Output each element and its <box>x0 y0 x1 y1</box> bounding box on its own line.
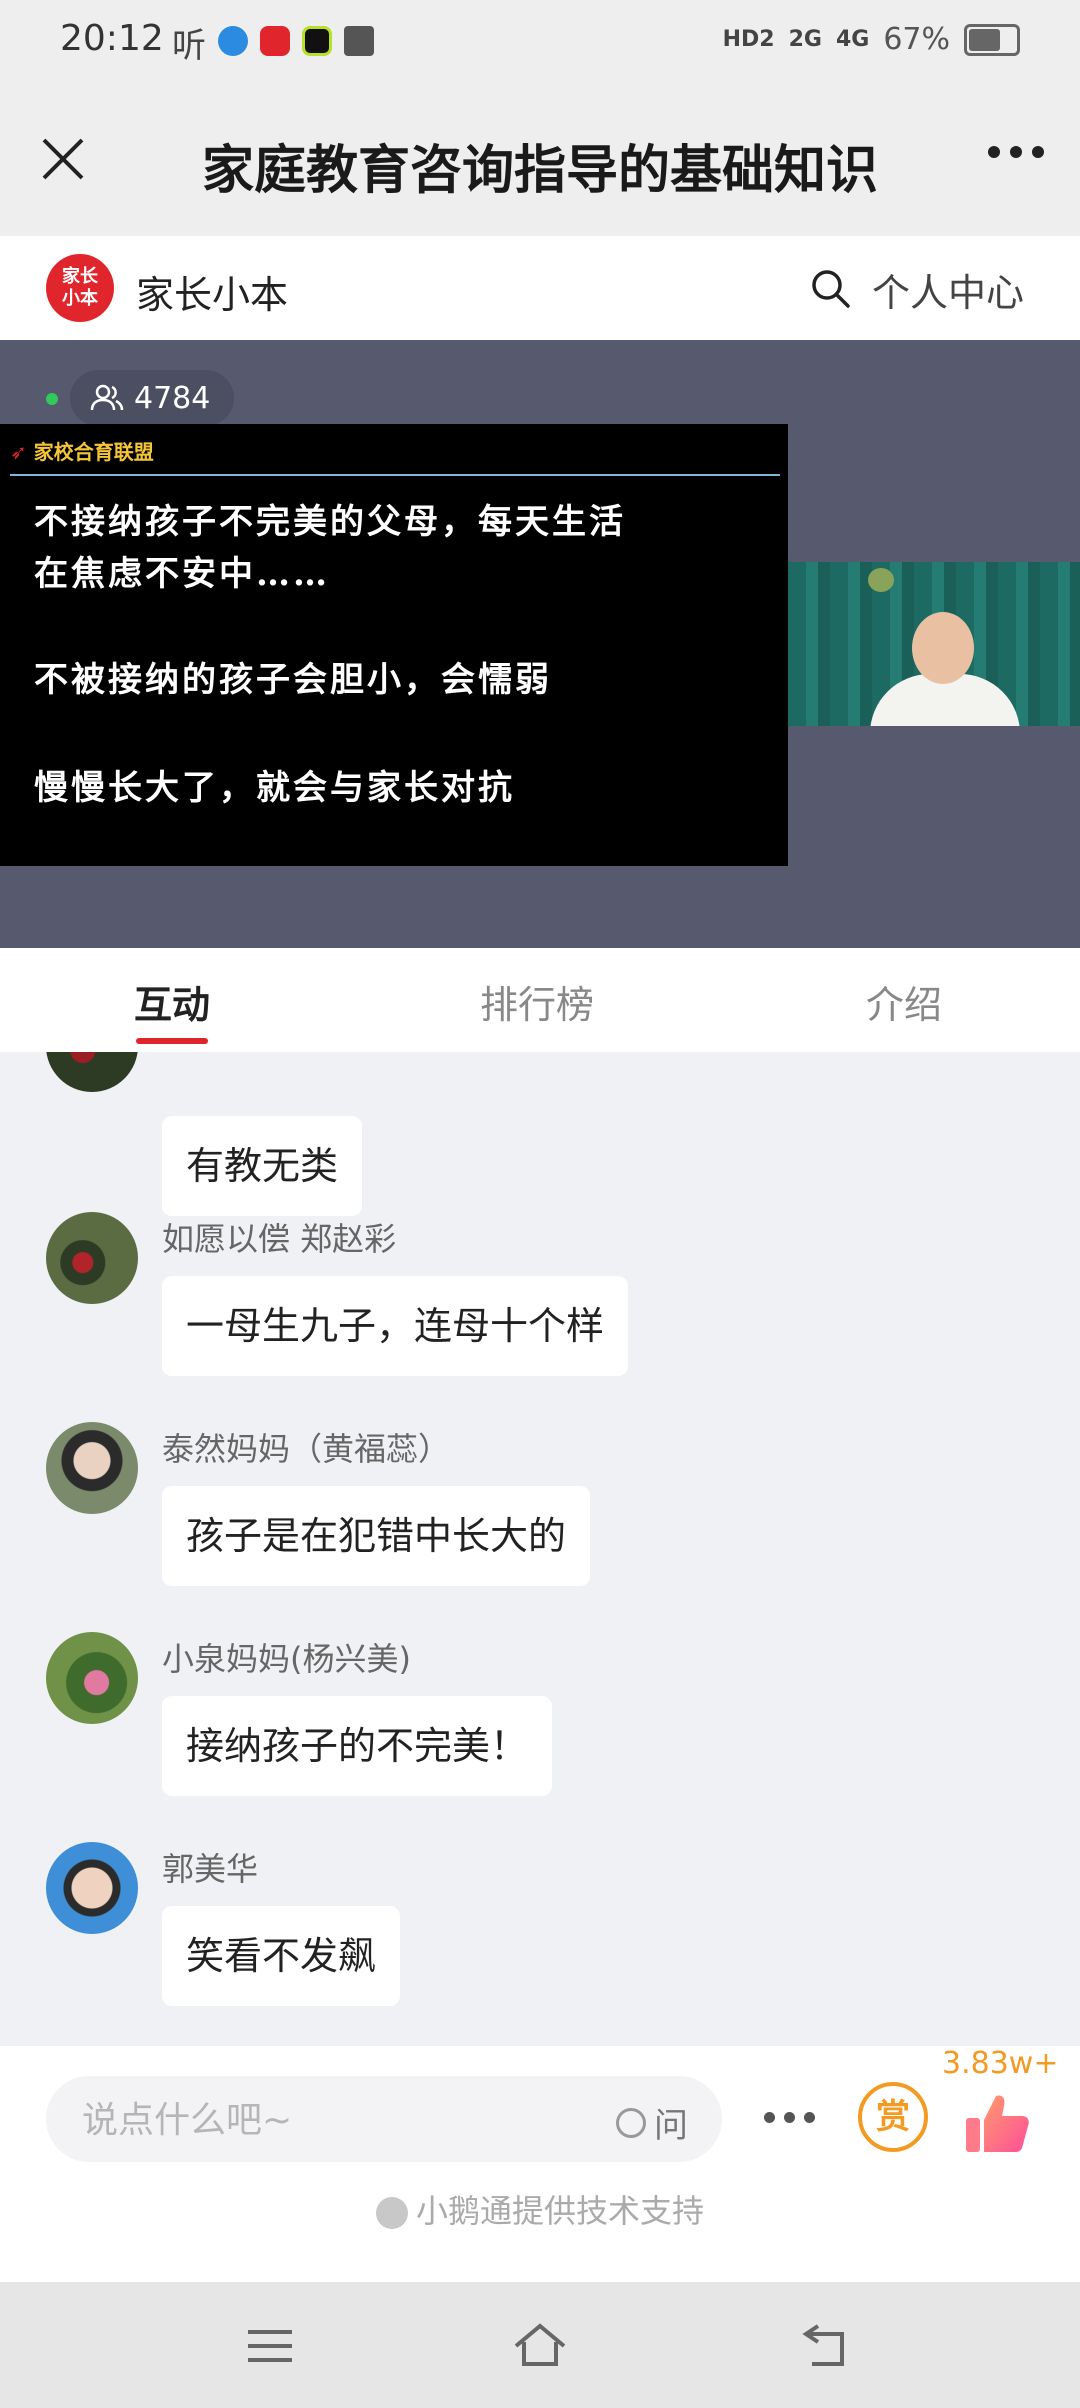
avatar[interactable] <box>46 1212 138 1304</box>
live-indicator <box>46 393 58 405</box>
tab-ranking[interactable]: 排行榜 <box>480 974 594 1029</box>
book-icon <box>344 26 374 56</box>
comment-input[interactable] <box>80 2076 564 2164</box>
brand-logo[interactable]: 家长 小本 <box>46 254 114 322</box>
slide-divider <box>10 474 780 476</box>
slide-line-4: 慢慢长大了，就会与家长对抗 <box>34 768 515 808</box>
message-bubble: 孩子是在犯错中长大的 <box>162 1486 591 1586</box>
message-bubble: 接纳孩子的不完美！ <box>162 1696 553 1796</box>
slide-line-3: 不被接纳的孩子会胆小，会懦弱 <box>34 660 552 700</box>
username: 如愿以偿 郑赵彩 <box>162 1220 397 1258</box>
hd-icon: HD2 <box>722 27 775 52</box>
status-right: HD2 2G 4G 67% <box>723 22 1020 57</box>
page-title: 家庭教育咨询指导的基础知识 <box>201 141 878 201</box>
like-count: 3.83w+ <box>942 2046 1059 2081</box>
app-icon <box>302 26 332 56</box>
viewer-count-badge: 4784 <box>70 370 235 426</box>
avatar[interactable] <box>46 1842 138 1934</box>
browser-icon <box>218 26 248 56</box>
username: 小泉妈妈(杨兴美) <box>162 1640 411 1678</box>
radio-icon[interactable] <box>616 2107 646 2138</box>
bird-logo-icon: ➶ <box>10 440 27 464</box>
search-icon[interactable] <box>808 266 852 310</box>
signal-2g-icon: 2G <box>788 27 822 52</box>
avatar[interactable] <box>46 1052 138 1092</box>
xiaoetong-logo-icon <box>375 2197 408 2229</box>
chat-list[interactable]: 有教无类 如愿以偿 郑赵彩 一母生九子，连母十个样 泰然妈妈（黄福蕊） 孩子是在… <box>0 1052 1080 2046</box>
title-bar: 家庭教育咨询指导的基础知识 <box>0 86 1080 236</box>
ask-label: 问 <box>654 2106 688 2146</box>
live-video[interactable]: 4784 ➶ 家校合育联盟 不接纳孩子不完美的父母，每天生活 在焦虑不安中…… … <box>0 340 1080 948</box>
logo-text-bottom: 小本 <box>62 288 98 309</box>
username: 泰然妈妈（黄福蕊） <box>162 1430 451 1468</box>
composer-bar: 问 赏 3.83w+ 小鹅通提供技术支持 <box>0 2046 1080 2282</box>
message-bubble: 一母生九子，连母十个样 <box>162 1276 629 1376</box>
slide-line-2: 在焦虑不安中…… <box>34 554 330 594</box>
slide-header-text: 家校合育联盟 <box>33 440 154 464</box>
more-menu-icon[interactable] <box>988 146 1044 158</box>
viewer-count: 4784 <box>134 380 211 416</box>
battery-icon <box>964 23 1020 56</box>
active-tab-indicator <box>136 1038 208 1044</box>
shop-icon <box>260 26 290 56</box>
signal-4g-icon: 4G <box>835 27 870 52</box>
support-text: 小鹅通提供技术支持 <box>415 2192 704 2230</box>
presentation-slide: ➶ 家校合育联盟 不接纳孩子不完美的父母，每天生活 在焦虑不安中…… 不被接纳的… <box>0 424 788 866</box>
battery-percent: 67% <box>883 22 950 57</box>
ask-question-toggle[interactable]: 问 <box>616 2098 688 2147</box>
tab-interaction[interactable]: 互动 <box>134 974 210 1029</box>
username: 郭美华 <box>162 1850 259 1888</box>
more-actions-icon[interactable] <box>764 2112 815 2123</box>
brand-bar: 家长 小本 家长小本 个人中心 <box>0 236 1080 340</box>
tab-bar: 互动 排行榜 介绍 <box>0 948 1080 1052</box>
notification-icons <box>218 26 374 56</box>
close-icon[interactable] <box>30 126 96 192</box>
message-bubble: 有教无类 <box>162 1116 363 1216</box>
slide-line-1: 不接纳孩子不完美的父母，每天生活 <box>34 502 626 542</box>
thumbs-up-icon[interactable] <box>962 2088 1032 2158</box>
status-app-indicator: 听 <box>172 26 206 66</box>
people-icon <box>90 384 124 411</box>
personal-center-link[interactable]: 个人中心 <box>872 262 1024 317</box>
logo-text-top: 家长 <box>62 266 98 287</box>
status-bar: 20:12 听 HD2 2G 4G 67% <box>0 0 1080 86</box>
back-icon[interactable] <box>798 2318 854 2374</box>
comment-box[interactable]: 问 <box>46 2076 722 2164</box>
avatar[interactable] <box>46 1422 138 1514</box>
tab-introduction[interactable]: 介绍 <box>866 974 942 1029</box>
tech-support-note: 小鹅通提供技术支持 <box>0 2186 1080 2232</box>
speaker-camera[interactable] <box>788 562 1080 726</box>
slide-header: ➶ 家校合育联盟 <box>10 436 154 465</box>
home-icon[interactable] <box>512 2318 568 2374</box>
brand-name[interactable]: 家长小本 <box>136 264 288 319</box>
message-bubble: 笑看不发飙 <box>162 1906 401 2006</box>
menu-icon[interactable] <box>242 2318 298 2374</box>
reward-button[interactable]: 赏 <box>858 2082 928 2152</box>
avatar[interactable] <box>46 1632 138 1724</box>
status-time: 20:12 <box>60 18 164 59</box>
system-nav-bar <box>0 2282 1080 2408</box>
